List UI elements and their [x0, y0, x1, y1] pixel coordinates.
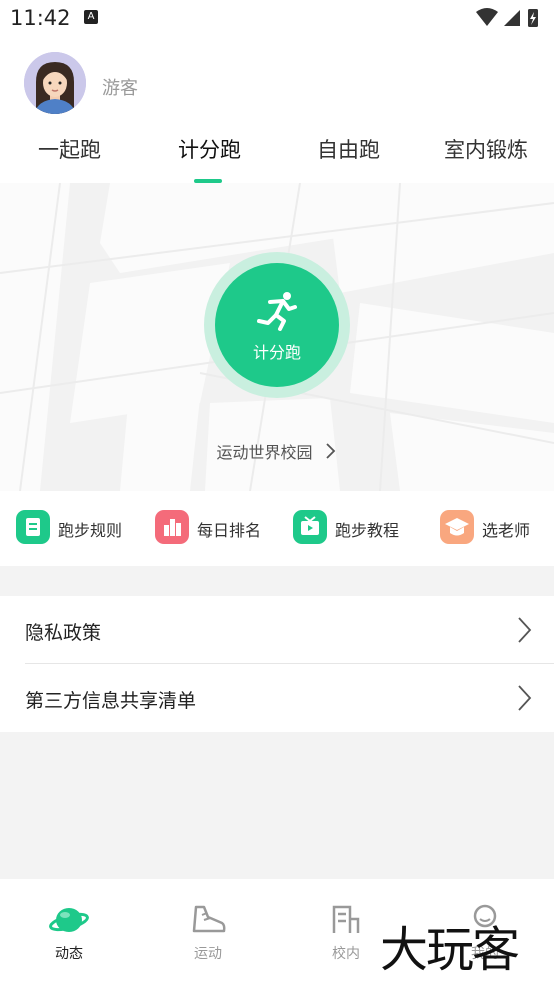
- list-item-third-party-sharing[interactable]: 第三方信息共享清单: [0, 664, 554, 732]
- quick-action-label: 跑步规则: [58, 521, 123, 540]
- nav-campus[interactable]: 校内: [301, 903, 391, 962]
- wifi-icon: [476, 8, 498, 26]
- username-label[interactable]: 游客: [102, 74, 138, 100]
- rules-doc-icon: [16, 510, 50, 544]
- quick-actions: 跑步规则 每日排名 跑步教程 选老师: [0, 491, 554, 566]
- start-run-label: 计分跑: [252, 343, 301, 362]
- tab-free-run[interactable]: 自由跑: [317, 134, 380, 164]
- chevron-right-icon: [518, 685, 532, 711]
- tv-icon: [293, 510, 327, 544]
- nav-exercise[interactable]: 运动: [163, 903, 253, 962]
- quick-action-label: 跑步教程: [335, 521, 400, 540]
- status-bar: 11:42 A: [0, 0, 554, 38]
- avatar[interactable]: [24, 52, 86, 114]
- planet-icon: [49, 908, 89, 932]
- signal-icon: [504, 10, 520, 26]
- watermark: 大玩客: [380, 922, 520, 978]
- tab-indoor-exercise[interactable]: 室内锻炼: [444, 134, 528, 164]
- user-avatar-icon: [24, 52, 86, 114]
- tab-run-together[interactable]: 一起跑: [38, 134, 101, 164]
- list-item-privacy-policy[interactable]: 隐私政策: [0, 596, 554, 664]
- ranking-icon: [155, 510, 189, 544]
- quick-action-label: 每日排名: [197, 521, 262, 540]
- nav-label: 校内: [332, 946, 360, 962]
- graduation-cap-icon: [440, 510, 474, 544]
- school-icon: [332, 905, 360, 933]
- shoe-icon: [192, 905, 226, 933]
- nav-label: 动态: [55, 946, 83, 962]
- chevron-right-icon: [518, 617, 532, 643]
- header: 游客 一起跑 计分跑 自由跑 室内锻炼: [0, 38, 554, 183]
- tab-score-run[interactable]: 计分跑: [178, 134, 241, 164]
- settings-list: 隐私政策 第三方信息共享清单: [0, 596, 554, 732]
- runner-icon: [257, 292, 297, 331]
- quick-action-label: 选老师: [482, 521, 531, 540]
- nav-label: 运动: [194, 946, 222, 962]
- chevron-right-icon: [325, 443, 335, 459]
- status-icons: [474, 6, 544, 34]
- nav-feed[interactable]: 动态: [24, 903, 114, 962]
- status-time: 11:42: [10, 6, 71, 30]
- school-name: 运动世界校园: [216, 443, 313, 462]
- list-item-label: 隐私政策: [25, 622, 102, 644]
- list-item-label: 第三方信息共享清单: [25, 690, 197, 712]
- map-view[interactable]: 计分跑 运动世界校园: [0, 183, 554, 491]
- notification-icon: A: [84, 10, 98, 24]
- school-selector[interactable]: 运动世界校园: [0, 439, 554, 463]
